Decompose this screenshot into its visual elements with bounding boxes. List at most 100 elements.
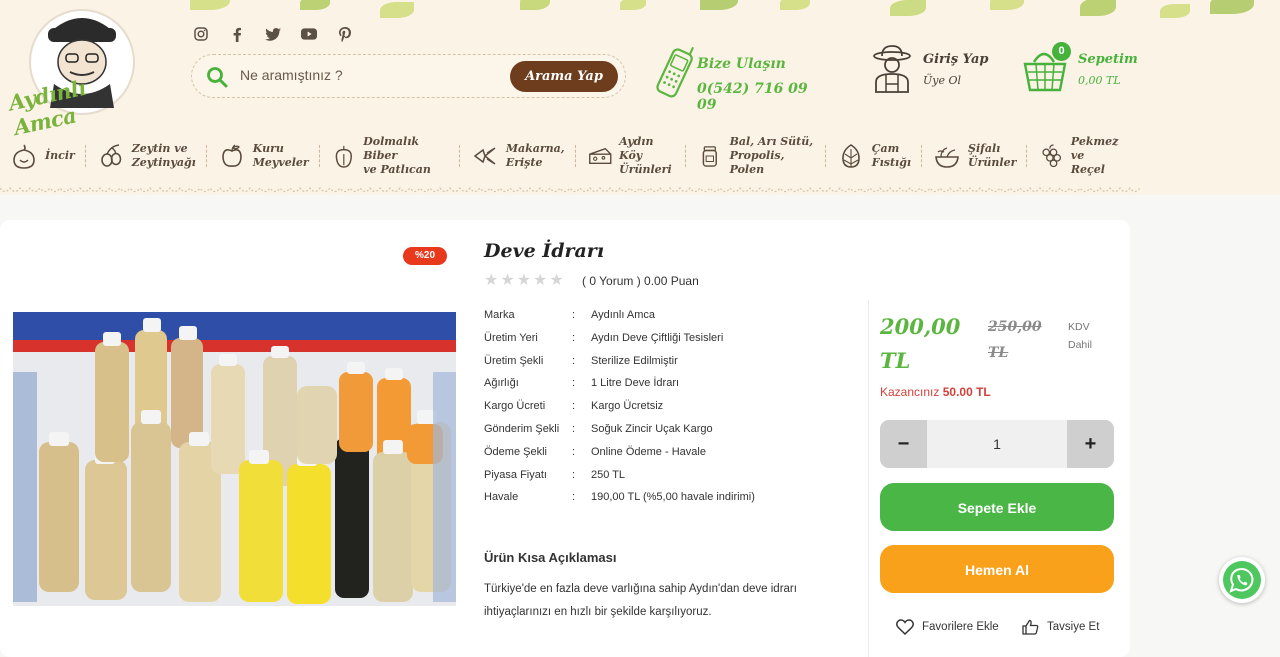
spec-separator: : [572,354,576,367]
spec-value: Sterilize Edilmiştir [591,354,678,367]
add-to-favorites-link[interactable]: Favorilere Ekle [896,619,999,635]
olive-icon [100,144,122,167]
apple-icon [221,144,242,167]
herbal-bowl-icon [935,147,959,168]
nav-item-label: Zeytin ve Zeytinyağı [131,142,196,169]
bottles-photo [13,312,456,606]
spec-row: Marka: Aydınlı Amca [484,309,755,332]
site-header: Aydınlı Amca Arama Yap [0,0,1280,195]
cheese-icon [588,147,611,164]
nav-item-incir[interactable]: İncir [0,133,85,179]
star-icon[interactable]: ★ [549,273,563,289]
cart-total: 0,00 TL [1078,74,1121,87]
nav-item-dolmalik[interactable]: Dolmalık Biber ve Patlıcan [321,133,459,179]
saving-label: Kazancınız [880,385,940,399]
tax-note: KDV Dahil [1068,321,1092,351]
nav-item-label: Şifalı Ürünler [968,142,1017,169]
nav-item-makarna[interactable]: Makarna, Erişte [461,133,575,179]
spec-value: 250 TL [591,468,626,481]
twitter-icon[interactable] [265,26,281,42]
category-nav: İncir Zeytin ve Zeytinyağı Kuru Meyveler… [0,133,1140,179]
quantity-stepper: − 1 + [880,420,1114,468]
old-price: 250,00 TL [988,319,1042,361]
nav-item-aydin-koy[interactable]: Aydın Köy Ürünleri [577,133,686,179]
nav-item-zeytin[interactable]: Zeytin ve Zeytinyağı [87,133,206,179]
spec-row: Üretim Şekli: Sterilize Edilmiştir [484,355,755,378]
cart-widget[interactable]: 0 Sepetim 0,00 TL [1022,40,1152,95]
star-icon[interactable]: ★ [484,273,498,289]
thumbs-up-icon [1022,619,1039,635]
youtube-icon[interactable] [301,26,317,42]
spec-key: Kargo Ücreti [484,400,546,413]
register-link[interactable]: Üye Ol [923,74,961,87]
nav-item-label: İncir [45,149,75,162]
spec-separator: : [572,445,576,458]
spec-row: Havale: 190,00 TL (%5,00 havale indirimi) [484,491,755,514]
instagram-icon[interactable] [193,26,209,42]
quantity-decrease-button[interactable]: − [880,420,927,468]
star-icon[interactable]: ★ [517,273,531,289]
spec-separator: : [572,377,576,390]
spec-row: Ağırlığı: 1 Litre Deve İdrarı [484,377,755,400]
contact-phone[interactable]: 0(542) 716 09 09 [697,81,825,113]
spec-separator: : [572,491,576,504]
product-image[interactable] [13,312,456,606]
spec-key: Gönderim Şekli [484,422,560,435]
spec-separator: : [572,468,576,481]
nav-item-kuru-meyveler[interactable]: Kuru Meyveler [208,133,319,179]
facebook-icon[interactable] [229,26,245,42]
fig-icon [13,144,35,169]
nav-item-label: Çam Fıstığı [871,142,912,169]
pinecone-icon [841,144,860,168]
spec-table: Marka: Aydınlı Amca Üretim Yeri: Aydın Dev… [484,309,755,514]
pepper-icon [335,145,352,168]
favorites-label: Favorilere Ekle [922,621,999,633]
spec-key: Üretim Şekli [484,354,544,367]
spec-value: 1 Litre Deve İdrarı [591,377,680,390]
star-icon[interactable]: ★ [533,273,547,289]
spec-value: Aydınlı Amca [591,309,655,321]
review-summary[interactable]: ( 0 Yorum ) 0.00 Puan [582,274,699,288]
product-title: Deve İdrarı [484,240,605,262]
column-divider [868,300,869,657]
pinterest-icon[interactable] [337,26,353,42]
grape-icon [1042,144,1062,168]
quantity-input[interactable]: 1 [927,420,1067,468]
contact-info[interactable]: Bize Ulaşın 0(542) 716 09 09 [655,40,825,113]
quantity-increase-button[interactable]: + [1067,420,1114,468]
spec-value: Soğuk Zincir Uçak Kargo [591,422,713,435]
current-price: 200,00 TL [880,314,961,373]
search-icon[interactable] [206,66,228,93]
spec-separator: : [572,309,576,321]
honey-icon [702,146,717,167]
spec-separator: : [572,422,576,435]
nav-item-sifali[interactable]: Şifalı Ürünler [923,133,1026,179]
search-bar: Arama Yap [191,54,626,98]
nav-item-label: Aydın Köy Ürünleri [619,135,672,176]
nav-item-pekmez[interactable]: Pekmez ve Reçel [1028,133,1140,179]
leaf-decoration [0,0,1280,40]
nav-item-bal[interactable]: Bal, Arı Sütü, Propolis, Polen [687,133,825,179]
account-links: Giriş Yap Üye Ol [870,44,990,94]
saving-value: 50.00 TL [942,385,991,399]
spec-key: Üretim Yeri [484,331,538,344]
spec-value: Online Ödeme - Havale [591,445,706,458]
short-description-title: Ürün Kısa Açıklaması [484,550,617,565]
nav-item-cam-fistigi[interactable]: Çam Fıstığı [827,133,921,179]
login-link[interactable]: Giriş Yap [923,52,988,67]
contact-label: Bize Ulaşın [697,56,786,72]
saving-info: Kazancınız 50.00 TL [880,385,991,399]
phone-icon [656,46,695,98]
rating-stars[interactable]: ★ ★ ★ ★ ★ [484,273,564,289]
social-links [193,26,353,42]
spec-row: Ödeme Şekli: Online Ödeme - Havale [484,446,755,469]
spec-value: Kargo Ücretsiz [591,400,664,413]
search-input[interactable] [238,66,492,84]
star-icon[interactable]: ★ [500,273,514,289]
recommend-link[interactable]: Tavsiye Et [1022,619,1099,635]
buy-now-button[interactable]: Hemen Al [880,545,1114,593]
whatsapp-button[interactable] [1219,557,1265,603]
search-button[interactable]: Arama Yap [510,61,618,92]
brand-logo[interactable]: Aydınlı Amca [6,4,150,140]
add-to-cart-button[interactable]: Sepete Ekle [880,483,1114,531]
